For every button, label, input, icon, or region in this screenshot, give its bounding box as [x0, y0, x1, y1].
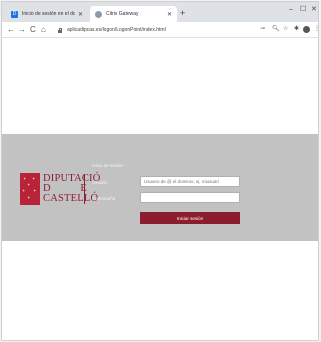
username-label: Usuario [92, 180, 108, 185]
address-bar[interactable]: aplicadipcas.es/logon/LogonPoint/index.h… [58, 25, 258, 35]
citrix-favicon-icon [95, 10, 102, 18]
logo-divider [84, 174, 85, 204]
home-icon[interactable]: ⌂ [41, 25, 46, 34]
url-text: aplicadipcas.es/logon/LogonPoint/index.h… [67, 27, 166, 33]
browser-toolbar: ← → C ⌂ aplicadipcas.es/logon/LogonPoint… [2, 22, 320, 38]
close-tab-icon[interactable]: ✕ [167, 11, 172, 18]
lock-icon [58, 27, 63, 33]
login-heading: Inicio de sesión [92, 163, 124, 168]
password-label: Contraseña [92, 196, 116, 201]
profile-avatar-icon[interactable] [303, 26, 310, 33]
diputacio-logo: ✦✦ ✦✦ ✦✦ DIPUTACIÓ D E CASTELLÓ [20, 173, 101, 205]
login-band: ✦✦ ✦✦ ✦✦ DIPUTACIÓ D E CASTELLÓ Inicio d… [2, 134, 318, 241]
password-input[interactable] [140, 192, 240, 203]
reload-icon[interactable]: C [30, 25, 36, 34]
close-window-icon[interactable]: ✕ [311, 6, 317, 14]
tab-citrix-gateway[interactable]: Citrix Gateway ✕ [90, 6, 177, 22]
close-tab-icon[interactable]: ✕ [78, 11, 83, 18]
key-icon[interactable]: ⊸ [260, 25, 265, 34]
emblem-icon: ✦ ✦ ✦ ✦ ✦ ✦ [20, 173, 40, 205]
forward-icon[interactable]: → [18, 25, 26, 34]
username-input[interactable] [140, 176, 240, 187]
back-icon[interactable]: ← [7, 25, 15, 34]
minimize-icon[interactable]: – [289, 6, 293, 14]
tab-title: Citrix Gateway [106, 11, 139, 17]
browser-window: D Inicio de sesión en el dominio scri ✕ … [1, 1, 320, 341]
menu-icon[interactable]: ⋮ [314, 25, 320, 34]
maximize-icon[interactable]: ☐ [300, 6, 306, 14]
tab-title: Inicio de sesión en el dominio scri [22, 11, 75, 17]
new-tab-icon[interactable]: + [180, 8, 185, 18]
zoom-icon[interactable]: 🔍︎ [272, 25, 280, 34]
site-favicon-icon: D [11, 10, 18, 18]
extension-icon[interactable]: ✱ [294, 25, 299, 34]
login-button[interactable]: Iniciar sesión [140, 212, 240, 224]
tab-login-domain[interactable]: D Inicio de sesión en el dominio scri ✕ [6, 6, 88, 22]
tab-strip: D Inicio de sesión en el dominio scri ✕ … [2, 2, 318, 22]
star-icon[interactable]: ☆ [283, 25, 288, 34]
